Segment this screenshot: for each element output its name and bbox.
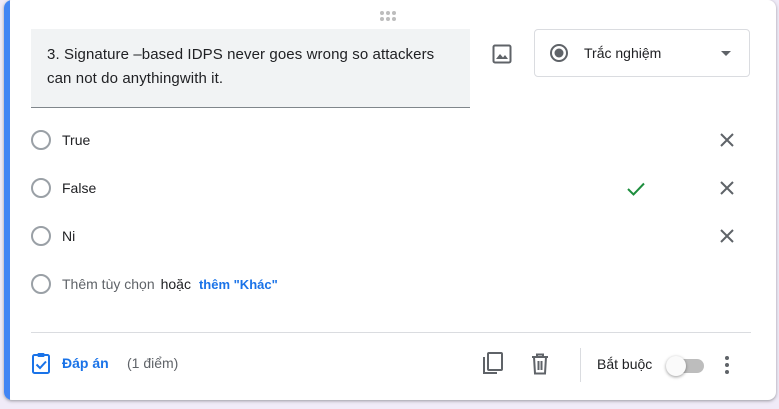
option-radio[interactable] xyxy=(31,178,51,198)
radio-button-icon xyxy=(550,44,568,62)
active-card-accent-bar xyxy=(4,0,10,400)
duplicate-button[interactable] xyxy=(480,351,506,377)
correct-answer-check-icon xyxy=(624,177,648,201)
option-row: Ni xyxy=(31,224,75,248)
option-row: True xyxy=(31,128,90,152)
add-other-link[interactable]: thêm "Khác" xyxy=(199,277,278,292)
more-options-icon[interactable] xyxy=(718,353,736,377)
add-image-button[interactable] xyxy=(488,40,516,68)
option-label[interactable]: Ni xyxy=(62,228,75,244)
add-option-input[interactable]: Thêm tùy chọn xyxy=(62,276,155,292)
delete-button[interactable] xyxy=(527,351,553,377)
question-title-input[interactable]: 3. Signature –based IDPS never goes wron… xyxy=(31,29,470,108)
copy-icon xyxy=(483,352,503,374)
remove-option-button[interactable] xyxy=(715,224,739,248)
option-radio[interactable] xyxy=(31,130,51,150)
answer-key-button[interactable]: Đáp án xyxy=(32,352,109,374)
points-label: (1 điểm) xyxy=(127,355,179,371)
add-option-row: Thêm tùy chọn hoặc thêm "Khác" xyxy=(31,272,278,296)
option-label[interactable]: False xyxy=(62,180,96,196)
close-icon xyxy=(720,133,734,147)
toggle-thumb xyxy=(666,356,686,376)
image-icon xyxy=(492,44,512,64)
remove-option-button[interactable] xyxy=(715,128,739,152)
close-icon xyxy=(720,181,734,195)
question-card: 3. Signature –based IDPS never goes wron… xyxy=(4,0,776,400)
remove-option-button[interactable] xyxy=(715,176,739,200)
answer-key-label: Đáp án xyxy=(62,355,109,371)
trash-icon xyxy=(532,353,548,375)
question-type-dropdown[interactable]: Trắc nghiệm xyxy=(534,29,750,77)
question-title-text: 3. Signature –based IDPS never goes wron… xyxy=(47,46,435,87)
drag-handle-icon[interactable] xyxy=(380,11,398,23)
option-radio[interactable] xyxy=(31,226,51,246)
option-row: False xyxy=(31,176,96,200)
question-type-label: Trắc nghiệm xyxy=(584,45,662,61)
required-label: Bắt buộc xyxy=(597,356,653,372)
close-icon xyxy=(720,229,734,243)
clipboard-check-icon xyxy=(32,353,50,374)
chevron-down-icon xyxy=(721,51,731,56)
option-radio xyxy=(31,274,51,294)
footer-divider xyxy=(31,332,751,333)
option-label[interactable]: True xyxy=(62,132,90,148)
footer-separator xyxy=(580,348,581,382)
required-toggle[interactable] xyxy=(666,355,704,376)
or-text: hoặc xyxy=(160,276,191,292)
